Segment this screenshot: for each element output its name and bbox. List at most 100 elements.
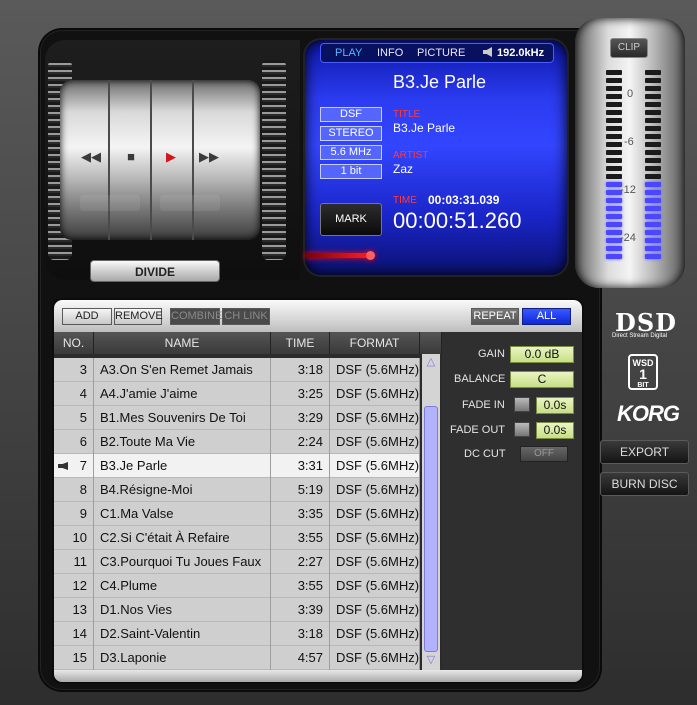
title-label: TITLE [393, 109, 421, 120]
meter-segment [606, 102, 622, 107]
track-row[interactable]: 14 D2.Saint-Valentin 3:18 DSF (5.6MHz) [54, 622, 420, 646]
track-time: 5:19 [271, 478, 330, 502]
fade-out-field[interactable]: 0.0s [536, 422, 574, 439]
track-list: 3 A3.On S'en Remet Jamais 3:18 DSF (5.6MHz)… [54, 358, 420, 670]
ch-link-button[interactable]: CH LINK [222, 308, 270, 325]
tab-play[interactable]: PLAY [335, 47, 362, 59]
track-format: DSF (5.6MHz) [330, 358, 420, 382]
meter-segment [645, 174, 661, 179]
fade-out-toggle[interactable] [514, 422, 530, 437]
scroll-up-icon[interactable]: △ [424, 356, 438, 368]
track-row[interactable]: 4 A4.J'amie J'aime 3:25 DSF (5.6MHz) [54, 382, 420, 406]
position-indicator-dot[interactable] [366, 251, 375, 260]
play-button[interactable]: ▶ [154, 146, 188, 168]
track-name: C4.Plume [94, 574, 271, 598]
prev-track-button[interactable] [80, 195, 140, 211]
channels-badge: STEREO [320, 126, 382, 141]
track-number: 5 [54, 406, 94, 430]
display-tab-bar: PLAY INFO PICTURE 192.0kHz [320, 43, 554, 63]
korg-logo: KORG [617, 401, 680, 426]
track-row[interactable]: 13 D1.Nos Vies 3:39 DSF (5.6MHz) [54, 598, 420, 622]
track-name: D3.Laponie [94, 646, 271, 670]
balance-field[interactable]: C [510, 371, 574, 388]
next-track-button[interactable] [160, 195, 220, 211]
meter-segment [645, 118, 661, 123]
column-header-name[interactable]: NAME [94, 332, 271, 354]
now-playing-title: B3.Je Parle [393, 72, 487, 92]
track-number: 7 [54, 454, 94, 478]
track-row[interactable]: 12 C4.Plume 3:55 DSF (5.6MHz) [54, 574, 420, 598]
track-row[interactable]: 3 A3.On S'en Remet Jamais 3:18 DSF (5.6MHz) [54, 358, 420, 382]
add-button[interactable]: ADD [62, 308, 112, 325]
track-format: DSF (5.6MHz) [330, 478, 420, 502]
track-name: C3.Pourquoi Tu Joues Faux [94, 550, 271, 574]
meter-segment [606, 246, 622, 251]
rewind-button[interactable]: ◀◀ [74, 146, 108, 168]
bits-badge: 1 bit [320, 164, 382, 179]
track-row[interactable]: 11 C3.Pourquoi Tu Joues Faux 2:27 DSF (5.6M… [54, 550, 420, 574]
frequency-badge: 5.6 MHz [320, 145, 382, 160]
track-row[interactable]: 5 B1.Mes Souvenirs De Toi 3:29 DSF (5.6MHz) [54, 406, 420, 430]
meter-scale-6: -6 [624, 136, 634, 148]
column-header-no[interactable]: NO. [54, 332, 94, 354]
track-time: 3:18 [271, 622, 330, 646]
track-number: 8 [54, 478, 94, 502]
column-header-format[interactable]: FORMAT [330, 332, 420, 354]
track-number: 4 [54, 382, 94, 406]
column-header-time[interactable]: TIME [271, 332, 330, 354]
dc-cut-button[interactable]: OFF [520, 446, 568, 462]
meter-segment [606, 254, 622, 259]
remove-button[interactable]: REMOVE [114, 308, 163, 325]
export-button[interactable]: EXPORT [600, 440, 689, 464]
track-list-scrollbar[interactable]: △ ▽ [422, 354, 440, 670]
meter-segment [645, 126, 661, 131]
scroll-down-icon[interactable]: ▽ [424, 654, 438, 666]
gain-field[interactable]: 0.0 dB [510, 346, 574, 363]
track-format: DSF (5.6MHz) [330, 382, 420, 406]
track-number: 6 [54, 430, 94, 454]
mark-button[interactable]: MARK [320, 203, 382, 236]
repeat-button[interactable]: REPEAT [471, 308, 519, 325]
tab-picture[interactable]: PICTURE [417, 47, 465, 59]
repeat-all-button[interactable]: ALL [522, 308, 571, 325]
meter-right-channel [645, 70, 661, 262]
track-time: 3:29 [271, 406, 330, 430]
track-row[interactable]: 8 B4.Résigne-Moi 5:19 DSF (5.6MHz) [54, 478, 420, 502]
meter-segment [645, 142, 661, 147]
meter-segment [645, 198, 661, 203]
track-number: 11 [54, 550, 94, 574]
track-time: 2:24 [271, 430, 330, 454]
track-row[interactable]: 6 B2.Toute Ma Vie 2:24 DSF (5.6MHz) [54, 430, 420, 454]
meter-segment [645, 94, 661, 99]
clip-button[interactable]: CLIP [610, 38, 648, 58]
track-row[interactable]: 10 C2.Si C'était À Refaire 3:55 DSF (5.6MHz… [54, 526, 420, 550]
meter-segment [645, 238, 661, 243]
drum-divider [108, 80, 110, 240]
meter-segment [606, 158, 622, 163]
fade-in-field[interactable]: 0.0s [536, 397, 574, 414]
track-number: 12 [54, 574, 94, 598]
track-format: DSF (5.6MHz) [330, 526, 420, 550]
drum-divider [150, 80, 152, 240]
track-row[interactable]: 7 B3.Je Parle 3:31 DSF (5.6MHz) [54, 454, 420, 478]
track-name: B4.Résigne-Moi [94, 478, 271, 502]
meter-segment [606, 126, 622, 131]
track-time: 2:27 [271, 550, 330, 574]
meter-segment [606, 142, 622, 147]
track-format: DSF (5.6MHz) [330, 550, 420, 574]
fast-forward-button[interactable]: ▶▶ [192, 146, 226, 168]
combine-button[interactable]: COMBINE [170, 308, 222, 325]
meter-segment [606, 174, 622, 179]
tab-info[interactable]: INFO [377, 47, 403, 59]
burn-disc-button[interactable]: BURN DISC [600, 472, 689, 496]
stop-button[interactable]: ■ [114, 146, 148, 168]
fade-in-toggle[interactable] [514, 397, 530, 412]
track-row[interactable]: 9 C1.Ma Valse 3:35 DSF (5.6MHz) [54, 502, 420, 526]
track-number: 13 [54, 598, 94, 622]
divide-button[interactable]: DIVIDE [90, 260, 220, 282]
scroll-thumb[interactable] [424, 406, 438, 652]
meter-segment [645, 222, 661, 227]
meter-segment [645, 70, 661, 75]
balance-label: BALANCE [454, 373, 506, 385]
track-row[interactable]: 15 D3.Laponie 4:57 DSF (5.6MHz) [54, 646, 420, 670]
